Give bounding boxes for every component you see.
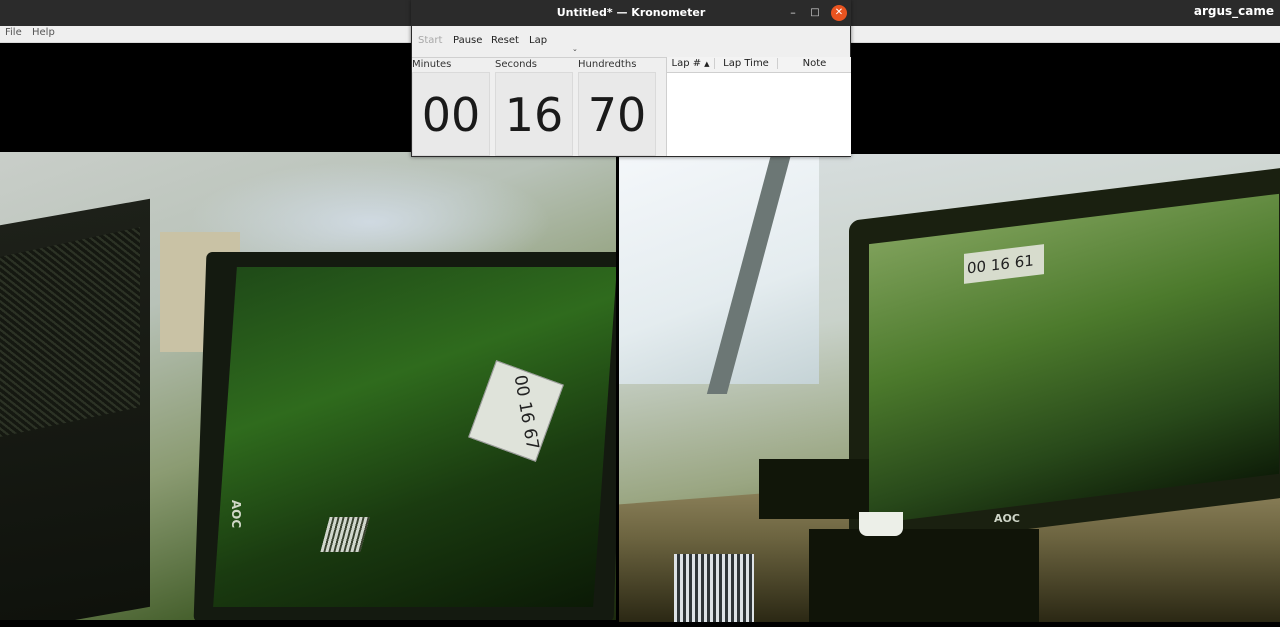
hundredths-label: Hundredths xyxy=(578,59,637,70)
black-device xyxy=(759,459,869,519)
minimize-button[interactable]: – xyxy=(785,5,801,21)
column-header-note[interactable]: Note xyxy=(778,58,851,69)
camera-feed-right: 00 16 61 AOC xyxy=(619,154,1280,622)
hundredths-display: 70 xyxy=(578,72,656,156)
menu-help[interactable]: Help xyxy=(32,27,55,38)
monitor-screen xyxy=(213,267,616,607)
toolbar-overflow-icon[interactable]: ⌄ xyxy=(572,45,578,53)
seconds-display: 16 xyxy=(495,72,573,156)
minutes-display: 00 xyxy=(412,72,490,156)
maximize-button[interactable]: □ xyxy=(807,5,823,21)
keyboard xyxy=(674,554,754,622)
tower-grille xyxy=(0,227,140,437)
camera-feed-left: 00 16 67 AOC xyxy=(0,152,616,620)
seconds-label: Seconds xyxy=(495,59,538,70)
start-button[interactable]: Start xyxy=(418,35,442,46)
readout-text: 00 16 61 xyxy=(967,251,1034,278)
toolbar: Start Pause Reset Lap ⌄ xyxy=(412,26,850,58)
column-header-label: Lap # xyxy=(671,58,702,69)
lap-table-header: Lap # ▲ Lap Time Note xyxy=(667,57,851,73)
monitor-logo: AOC xyxy=(994,512,1020,525)
close-button[interactable]: ✕ xyxy=(831,5,847,21)
desktop-tower xyxy=(809,529,1039,622)
column-header-lap-number[interactable]: Lap # ▲ xyxy=(667,58,715,69)
viewer-window-title: argus_came xyxy=(1193,4,1274,18)
monitor-logo: AOC xyxy=(229,499,244,529)
kronometer-titlebar[interactable]: Untitled* — Kronometer – □ ✕ xyxy=(412,1,850,26)
column-header-lap-time[interactable]: Lap Time xyxy=(715,58,778,69)
menu-file[interactable]: File xyxy=(5,27,22,38)
lap-button[interactable]: Lap xyxy=(529,35,547,46)
monitor-screen xyxy=(869,193,1279,525)
minutes-label: Minutes xyxy=(412,59,452,70)
kronometer-window: Untitled* — Kronometer – □ ✕ Start Pause… xyxy=(411,0,851,157)
readout-text: 00 16 67 xyxy=(509,373,543,452)
lap-table[interactable]: Lap # ▲ Lap Time Note xyxy=(666,57,851,156)
reset-button[interactable]: Reset xyxy=(491,35,519,46)
pause-button[interactable]: Pause xyxy=(453,35,482,46)
sort-ascending-icon: ▲ xyxy=(704,60,710,68)
cup xyxy=(859,512,903,536)
